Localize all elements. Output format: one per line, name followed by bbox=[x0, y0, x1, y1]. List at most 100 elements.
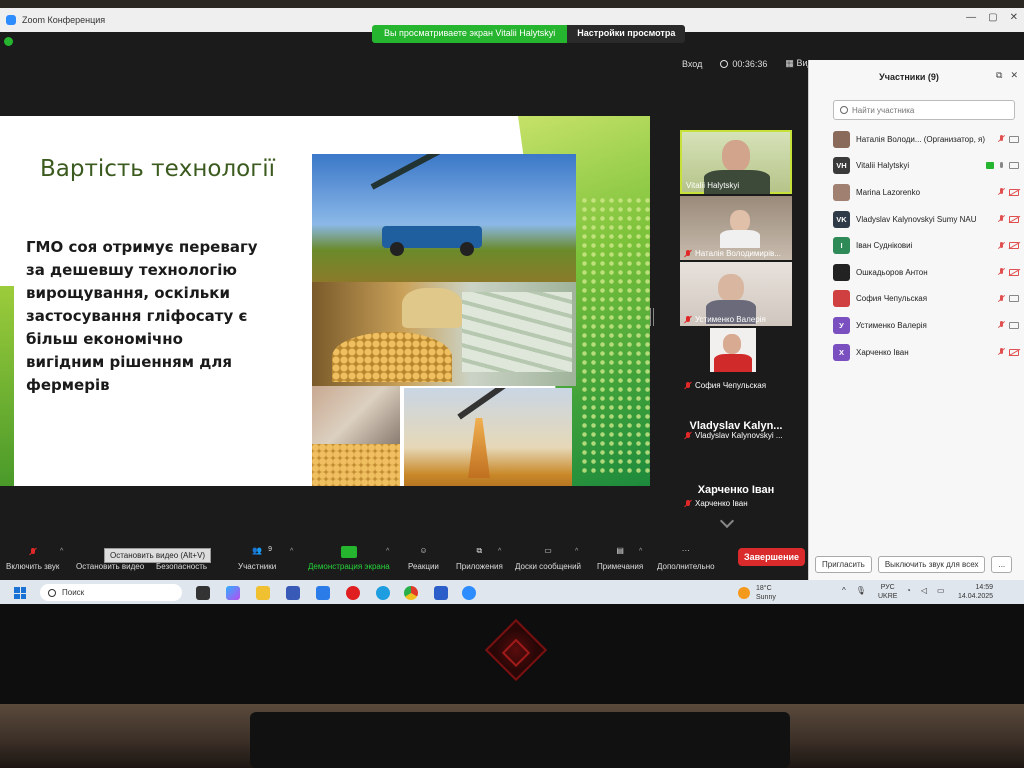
more-button[interactable]: ... bbox=[991, 556, 1013, 573]
participant-search[interactable] bbox=[833, 100, 1015, 120]
windows-start-icon[interactable] bbox=[14, 587, 26, 599]
participant-row[interactable]: София Чепульская bbox=[833, 286, 1019, 313]
language-indicator[interactable]: РУС UKRE bbox=[878, 583, 897, 601]
chrome-icon[interactable] bbox=[404, 586, 418, 600]
end-meeting-button[interactable]: Завершение bbox=[738, 548, 806, 566]
chevron-up-icon[interactable]: ^ bbox=[639, 548, 642, 555]
close-icon[interactable]: ✕ bbox=[1010, 70, 1018, 81]
app-icon[interactable] bbox=[316, 586, 330, 600]
opera-icon[interactable] bbox=[346, 586, 360, 600]
tile-name-text: Vladyslav Kalynovskyi ... bbox=[695, 431, 783, 440]
participant-row[interactable]: У Устименко Валерія bbox=[833, 312, 1019, 339]
battery-icon[interactable]: ▭ bbox=[937, 586, 945, 595]
muted-mic-icon[interactable] bbox=[998, 188, 1005, 196]
participants-panel: Участники (9) ⧉ ✕ Наталія Володи... (Орг… bbox=[808, 60, 1024, 580]
muted-mic-icon[interactable] bbox=[998, 268, 1005, 276]
window-controls: — ▢ ✕ bbox=[966, 12, 1018, 23]
shared-slide: Вартість технології ГМО соя отримує пере… bbox=[0, 116, 650, 486]
participants-button[interactable]: 👥 9 Участники ^ bbox=[238, 546, 293, 571]
participant-video bbox=[710, 328, 756, 372]
zoom-icon[interactable] bbox=[462, 586, 476, 600]
store-icon[interactable] bbox=[286, 586, 300, 600]
video-tile[interactable]: София Чепульская bbox=[680, 328, 792, 392]
chevron-up-icon[interactable]: ^ bbox=[575, 548, 578, 555]
edge-icon[interactable] bbox=[376, 586, 390, 600]
participant-row[interactable]: VK Vladyslav Kalynovskyi Sumy NAU bbox=[833, 206, 1019, 233]
avatar bbox=[833, 130, 850, 148]
tile-big-name: Харченко Іван bbox=[697, 484, 775, 496]
panel-controls: ⧉ ✕ bbox=[996, 70, 1018, 81]
camera-icon[interactable] bbox=[1009, 162, 1019, 170]
muted-mic-icon[interactable] bbox=[998, 321, 1005, 329]
chevron-up-icon[interactable]: ^ bbox=[842, 586, 846, 595]
enter-button[interactable]: Вход bbox=[682, 59, 702, 69]
word-icon[interactable] bbox=[434, 586, 448, 600]
unmute-button[interactable]: Включить звук ^ bbox=[6, 546, 63, 571]
microphone-icon[interactable]: 🎙 bbox=[856, 586, 866, 595]
participant-row[interactable]: Наталія Володи... (Организатор, я) bbox=[833, 126, 1019, 153]
mic-icon[interactable] bbox=[998, 161, 1005, 170]
camera-off-icon[interactable] bbox=[1009, 242, 1019, 250]
whiteboards-button[interactable]: ▭ Доски сообщений ^ bbox=[515, 546, 581, 571]
stop-video-label: Остановить видео bbox=[76, 562, 145, 571]
soybeans-photo bbox=[312, 444, 400, 486]
reactions-label: Реакции bbox=[408, 562, 439, 571]
participant-row[interactable]: Marina Lazorenko bbox=[833, 179, 1019, 206]
wifi-icon[interactable]: ◔ bbox=[906, 586, 911, 595]
apps-icon: ⧉ bbox=[476, 546, 483, 555]
encryption-shield-icon[interactable] bbox=[4, 37, 13, 46]
weather-widget[interactable]: 18°C Sunny bbox=[738, 584, 776, 602]
soybeans-and-money-photo bbox=[312, 282, 576, 386]
participant-row[interactable]: Ошкадьоров Антон bbox=[833, 259, 1019, 286]
copilot-icon[interactable] bbox=[226, 586, 240, 600]
muted-mic-icon[interactable] bbox=[998, 241, 1005, 250]
video-tile[interactable]: Харченко Іван Харченко Іван bbox=[680, 464, 792, 524]
task-view-icon[interactable] bbox=[196, 586, 210, 600]
search-input[interactable] bbox=[852, 105, 1002, 115]
invite-button[interactable]: Пригласить bbox=[815, 556, 872, 573]
camera-off-icon[interactable] bbox=[1009, 215, 1019, 223]
participant-row[interactable]: Х Харченко Іван bbox=[833, 339, 1019, 366]
apps-button[interactable]: ⧉ Приложения ^ bbox=[456, 546, 503, 571]
chevron-up-icon[interactable]: ^ bbox=[386, 548, 389, 555]
share-screen-button[interactable]: Демонстрация экрана ^ bbox=[308, 546, 390, 571]
weather-condition: Sunny bbox=[756, 594, 776, 601]
camera-icon[interactable] bbox=[1009, 321, 1019, 329]
camera-icon[interactable] bbox=[1009, 295, 1019, 303]
taskbar-search[interactable]: Поиск bbox=[40, 584, 182, 601]
chevron-up-icon[interactable]: ^ bbox=[498, 548, 501, 555]
video-tile[interactable]: Vladyslav Kalyn... Vladyslav Kalynovskyi… bbox=[680, 400, 792, 460]
split-view-handle[interactable] bbox=[650, 308, 654, 326]
volume-icon[interactable]: ◁ bbox=[921, 586, 927, 595]
camera-off-icon[interactable] bbox=[1009, 268, 1019, 276]
minimize-icon[interactable]: — bbox=[966, 12, 976, 23]
muted-mic-icon bbox=[26, 546, 40, 558]
file-explorer-icon[interactable] bbox=[256, 586, 270, 600]
more-button[interactable]: ··· Дополнительно bbox=[657, 546, 715, 571]
mute-all-button[interactable]: Выключить звук для всех bbox=[877, 556, 986, 573]
video-tile[interactable]: Устименко Валерія bbox=[680, 262, 792, 326]
popout-icon[interactable]: ⧉ bbox=[996, 70, 1002, 81]
muted-mic-icon[interactable] bbox=[998, 135, 1005, 143]
maximize-icon[interactable]: ▢ bbox=[988, 12, 997, 23]
video-tile[interactable]: Наталія Володимирів... bbox=[680, 196, 792, 260]
whiteboard-icon: ▭ bbox=[544, 546, 552, 555]
muted-mic-icon[interactable] bbox=[998, 294, 1005, 303]
reactions-button[interactable]: ☺ Реакции bbox=[408, 546, 439, 571]
camera-off-icon[interactable] bbox=[1009, 188, 1019, 196]
camera-off-icon[interactable] bbox=[1009, 348, 1019, 356]
muted-mic-icon[interactable] bbox=[998, 348, 1005, 356]
camera-icon[interactable] bbox=[1009, 135, 1019, 143]
video-tile[interactable]: Vitalii Halytskyi bbox=[680, 130, 792, 194]
view-options-button[interactable]: Настройки просмотра bbox=[567, 25, 686, 43]
tile-name: Наталія Володимирів... bbox=[684, 249, 781, 258]
chevron-up-icon[interactable]: ^ bbox=[60, 548, 63, 555]
chevron-up-icon[interactable]: ^ bbox=[290, 548, 293, 555]
taskbar-clock[interactable]: 14:59 14.04.2025 bbox=[958, 583, 993, 601]
notes-button[interactable]: ▤ Примечания ^ bbox=[597, 546, 643, 571]
participant-row[interactable]: VH Vitalii Halytskyi bbox=[833, 153, 1019, 180]
search-icon bbox=[48, 588, 56, 597]
muted-mic-icon[interactable] bbox=[998, 215, 1005, 223]
participant-row[interactable]: І Іван Судніковиі bbox=[833, 232, 1019, 259]
close-icon[interactable]: ✕ bbox=[1010, 12, 1018, 23]
